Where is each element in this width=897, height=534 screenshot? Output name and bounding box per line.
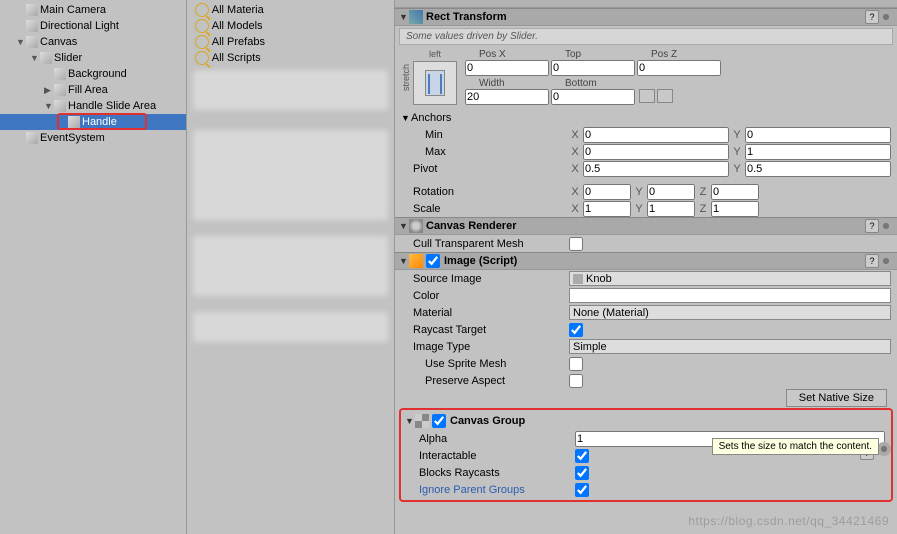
blurred-content [193,236,388,296]
rotation-y[interactable] [647,184,695,200]
use-sprite-mesh-checkbox[interactable] [569,357,583,371]
hierarchy-panel: Main Camera Directional Light ▼Canvas ▼S… [0,0,187,534]
gameobject-icon [26,20,38,32]
image-enabled-checkbox[interactable] [426,254,440,268]
anchor-max-x[interactable] [583,144,729,160]
canvas-renderer-header[interactable]: ▼ Canvas Renderer ? [395,217,897,235]
inspector-panel: ▼ Rect Transform ? Some values driven by… [395,0,897,534]
interactable-checkbox[interactable] [575,449,589,463]
help-icon[interactable]: ? [865,10,879,24]
bottom-field[interactable] [551,89,635,105]
search-icon [195,35,209,49]
canvas-group-highlight: ▼ Canvas Group Alpha Interactable Blocks… [399,408,893,502]
gear-icon[interactable] [879,254,893,268]
anchor-presets-button[interactable] [413,61,457,105]
gameobject-icon [54,84,66,96]
gameobject-icon [54,68,66,80]
hierarchy-item-handle[interactable]: Handle [0,114,186,130]
search-icon [195,19,209,33]
canvas-group-icon [415,414,429,428]
set-native-size-button[interactable]: Set Native Size [786,389,887,407]
raw-edit-button[interactable] [657,89,673,103]
sprite-icon [573,274,583,284]
watermark: https://blog.csdn.net/qq_34421469 [688,514,889,528]
image-type-dropdown[interactable]: Simple [569,339,891,354]
foldout-icon[interactable]: ▼ [16,37,26,47]
raycast-target-checkbox[interactable] [569,323,583,337]
search-icon [195,51,209,65]
anchor-max-y[interactable] [745,144,891,160]
hierarchy-item-background[interactable]: Background [0,66,186,82]
hierarchy-item-directional-light[interactable]: Directional Light [0,18,186,34]
image-component-header[interactable]: ▼ Image (Script) ? [395,252,897,270]
hierarchy-item-fill-area[interactable]: ▶Fill Area [0,82,186,98]
top-field[interactable] [551,60,635,76]
pos-z-field[interactable] [637,60,721,76]
blurred-content [193,70,388,110]
gear-icon[interactable] [879,219,893,233]
gameobject-icon [26,132,38,144]
hierarchy-item-handle-slide-area[interactable]: ▼Handle Slide Area [0,98,186,114]
search-icon [195,3,209,17]
blocks-raycasts-checkbox[interactable] [575,466,589,480]
foldout-icon[interactable]: ▼ [405,416,415,426]
scale-z[interactable] [711,201,759,217]
blueprint-mode-button[interactable] [639,89,655,103]
rect-driven-note: Some values driven by Slider. [399,28,893,45]
foldout-icon[interactable]: ▼ [30,53,40,63]
hierarchy-item-slider[interactable]: ▼Slider [0,50,186,66]
width-field[interactable] [465,89,549,105]
pivot-y[interactable] [745,161,891,177]
gear-icon[interactable] [877,442,891,456]
foldout-icon[interactable]: ▼ [399,12,409,22]
project-panel: All Materia All Models All Prefabs All S… [187,0,395,534]
scale-y[interactable] [647,201,695,217]
help-icon[interactable]: ? [865,219,879,233]
canvas-renderer-icon [409,219,423,233]
project-filter-scripts[interactable]: All Scripts [187,50,394,66]
help-icon[interactable]: ? [865,254,879,268]
pos-x-field[interactable] [465,60,549,76]
material-field[interactable]: None (Material) [569,305,891,320]
scale-x[interactable] [583,201,631,217]
preserve-aspect-checkbox[interactable] [569,374,583,388]
blurred-content [193,130,388,220]
image-icon [409,254,423,268]
rotation-z[interactable] [711,184,759,200]
project-filter-models[interactable]: All Models [187,18,394,34]
rect-transform-header[interactable]: ▼ Rect Transform ? [395,8,897,26]
ignore-parent-groups-checkbox[interactable] [575,483,589,497]
project-filter-materials[interactable]: All Materia [187,2,394,18]
anchor-min-x[interactable] [583,127,729,143]
hierarchy-item-main-camera[interactable]: Main Camera [0,2,186,18]
pivot-x[interactable] [583,161,729,177]
tooltip: Sets the size to match the content. [712,438,879,455]
color-field[interactable] [569,288,891,303]
foldout-icon[interactable]: ▼ [399,221,409,231]
project-filter-prefabs[interactable]: All Prefabs [187,34,394,50]
gameobject-icon [26,4,38,16]
rotation-x[interactable] [583,184,631,200]
canvas-group-header[interactable]: ▼ Canvas Group [401,412,891,430]
gear-icon[interactable] [879,10,893,24]
foldout-icon[interactable]: ▼ [399,256,409,266]
blurred-content [193,312,388,342]
foldout-icon[interactable]: ▶ [44,85,54,96]
hierarchy-item-canvas[interactable]: ▼Canvas [0,34,186,50]
canvas-group-enabled-checkbox[interactable] [432,414,446,428]
gameobject-icon [54,100,66,112]
foldout-icon[interactable]: ▼ [401,113,411,123]
cull-transparent-checkbox[interactable] [569,237,583,251]
rect-transform-icon [409,10,423,24]
gameobject-icon [26,36,38,48]
stretch-label: stretch [401,64,411,91]
hierarchy-item-eventsystem[interactable]: EventSystem [0,130,186,146]
foldout-icon[interactable]: ▼ [44,101,54,111]
gameobject-icon [40,52,52,64]
gameobject-icon [68,116,80,128]
source-image-field[interactable]: Knob [569,271,891,286]
anchor-min-y[interactable] [745,127,891,143]
